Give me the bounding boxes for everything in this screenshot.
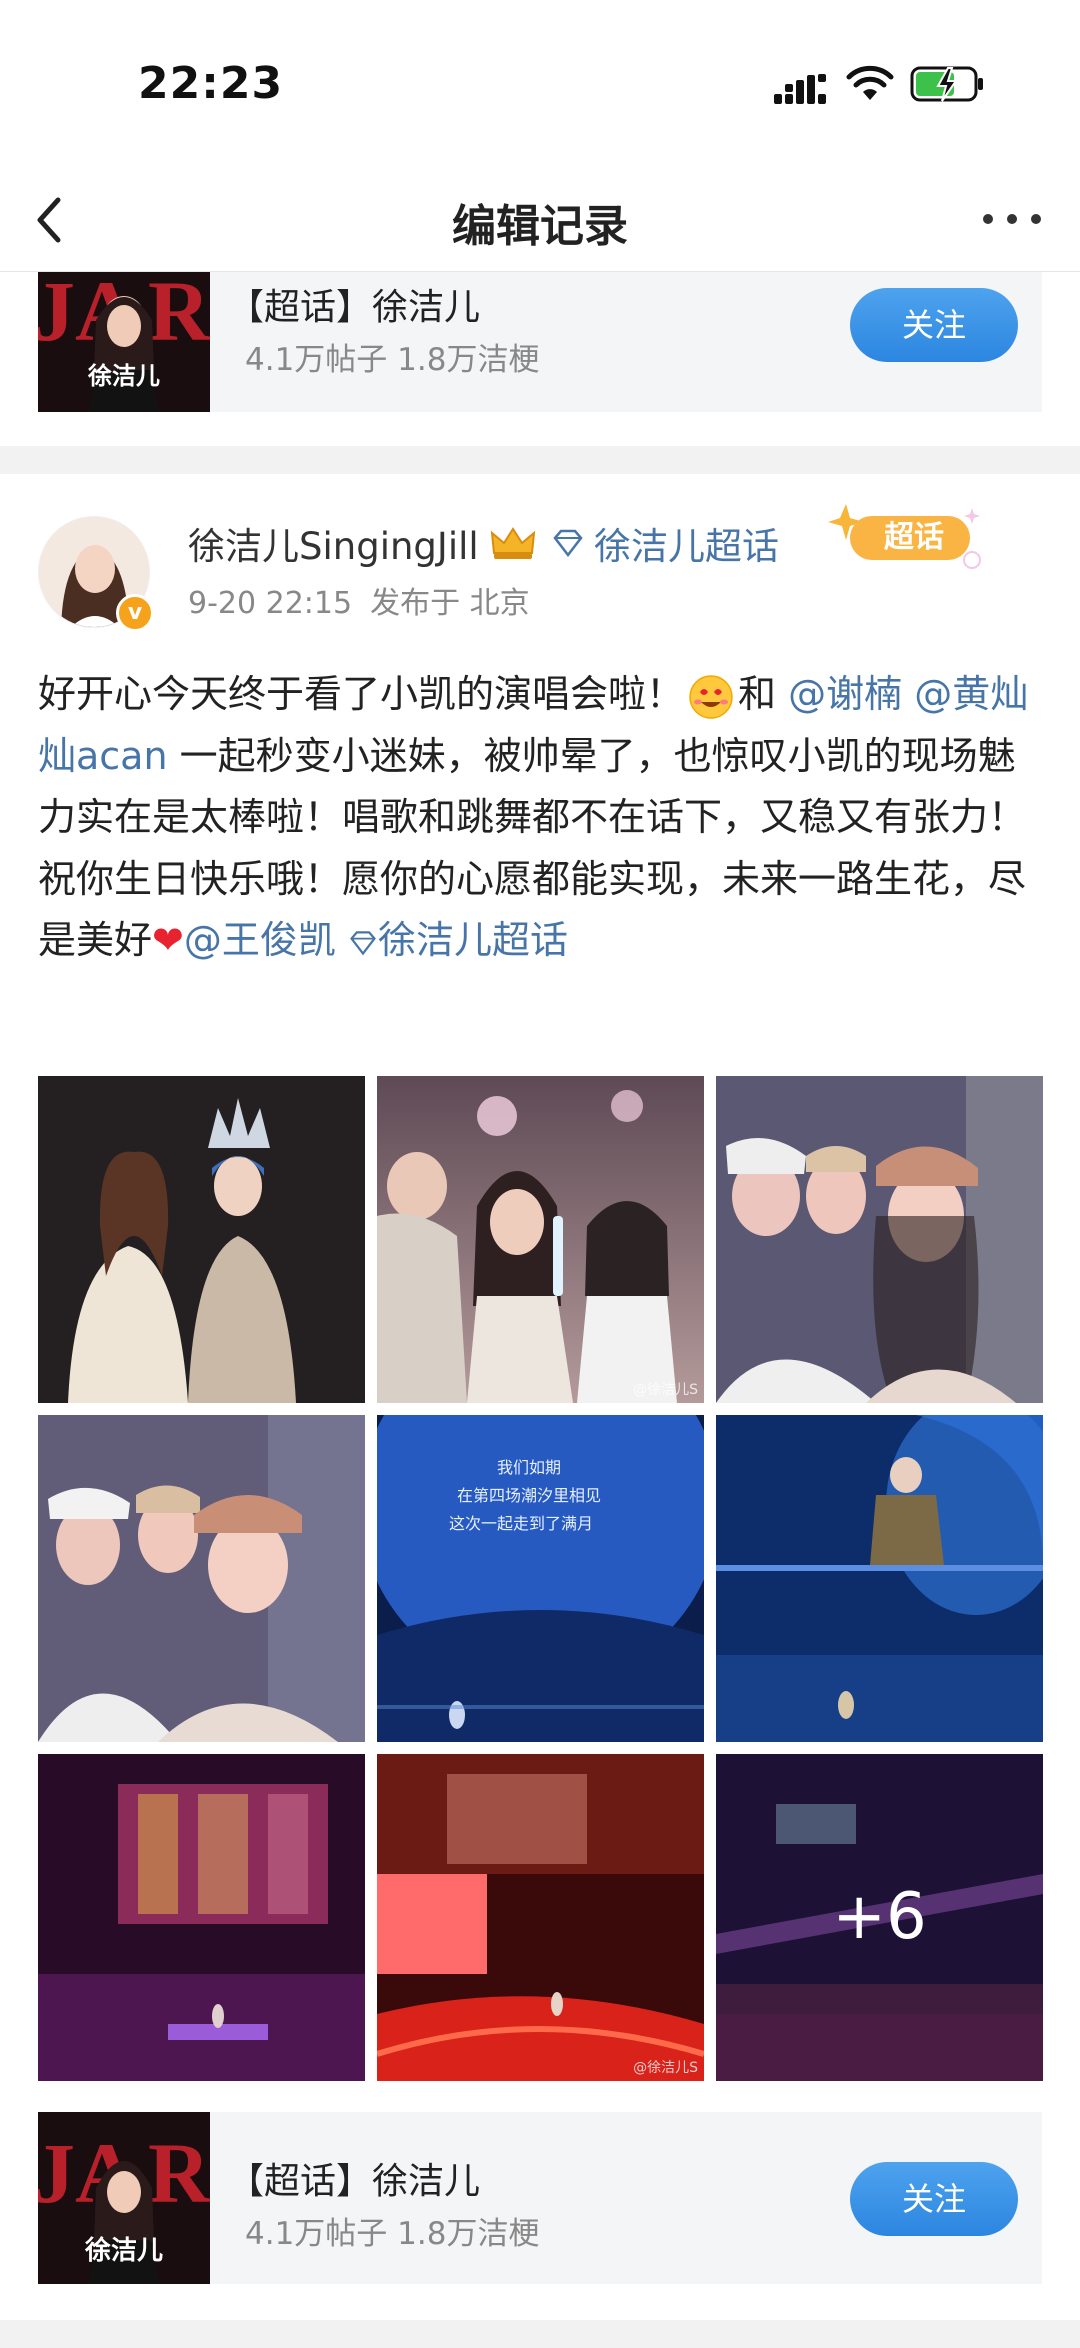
post-body: 好开心今天终于看了小凯的演唱会啦！ 和 @谢楠 @黄灿灿acan 一起秒变小迷妹… [38, 664, 1048, 972]
supertopic-thumbnail: JA R 徐洁儿 [38, 272, 210, 412]
photo-9[interactable]: +6 [716, 1754, 1043, 2081]
thumbnail-caption: 徐洁儿 [88, 362, 160, 390]
supertopic-stats: 4.1万帖子 1.8万洁梗 [245, 342, 540, 378]
page-title: 编辑记录 [452, 201, 628, 252]
supertopic-badge[interactable]: 超话 [822, 500, 990, 576]
photo-4[interactable] [38, 1415, 365, 1742]
wifi-icon [846, 65, 894, 100]
author-name[interactable]: 徐洁儿SingingJill [188, 516, 479, 570]
crown-member-icon [490, 527, 536, 559]
photo-2[interactable]: @徐洁儿S [377, 1076, 704, 1403]
heart-eyes-emoji-icon [689, 674, 733, 719]
supertopic-thumbnail: JA R 徐洁儿 [38, 2112, 210, 2284]
post-location: 发布于 北京 [370, 586, 530, 621]
signal-icon [774, 74, 826, 104]
supertopic-name: 【超话】徐洁儿 [228, 2161, 481, 2202]
svg-text:这次一起走到了满月: 这次一起走到了满月 [449, 1514, 593, 1533]
photo-watermark: @徐洁儿S [633, 2060, 698, 2076]
supertopic-card-top[interactable]: JA R 徐洁儿 【超话】徐洁儿 4.1万帖子 1.8万洁梗 关注 [38, 272, 1042, 412]
battery-charging-icon [910, 66, 983, 102]
photo-3[interactable] [716, 1076, 1043, 1403]
follow-button[interactable]: 关注 [850, 2162, 1018, 2236]
mention-wangjunkai[interactable]: @王俊凯 [184, 918, 336, 962]
svg-text:在第四场潮汐里相见: 在第四场潮汐里相见 [457, 1486, 601, 1505]
svg-text:我们如期: 我们如期 [497, 1458, 561, 1477]
photo-watermark: @徐洁儿S [633, 1382, 698, 1398]
verified-badge: v [116, 594, 154, 632]
mention-xienan[interactable]: @谢楠 [788, 672, 902, 716]
author-row: 徐洁儿SingingJill 徐洁儿超话 [188, 516, 779, 572]
supertopic-stats: 4.1万帖子 1.8万洁梗 [245, 2216, 540, 2252]
post-time: 9-20 22:15 [188, 586, 353, 621]
more-options-icon[interactable] [980, 204, 1044, 234]
photo-grid: @徐洁儿S 我们如期 在第四场潮汐里相见 这次一起走到了满月 @徐洁儿S +6 [38, 1076, 1044, 2082]
photo-1[interactable] [38, 1076, 365, 1403]
section-divider [0, 446, 1080, 474]
svg-text:R: R [148, 272, 210, 359]
supertopic-name: 【超话】徐洁儿 [228, 287, 481, 328]
section-divider [0, 2320, 1080, 2348]
nav-bar: 编辑记录 [0, 170, 1080, 272]
thumbnail-caption: 徐洁儿 [84, 2236, 163, 2266]
status-bar: 22:23 [0, 0, 1080, 170]
photo-7[interactable] [38, 1754, 365, 2081]
supertopic-inline-link[interactable]: 徐洁儿超话 [378, 918, 568, 962]
supertopic-diamond-icon [553, 529, 583, 558]
follow-button[interactable]: 关注 [850, 288, 1018, 362]
more-photos-count[interactable]: +6 [716, 1754, 1043, 2081]
supertopic-link[interactable]: 徐洁儿超话 [594, 516, 779, 570]
heart-emoji: ❤ [152, 918, 184, 962]
photo-6[interactable] [716, 1415, 1043, 1742]
status-time: 22:23 [138, 58, 284, 109]
supertopic-diamond-icon [350, 930, 376, 955]
photo-5[interactable]: 我们如期 在第四场潮汐里相见 这次一起走到了满月 [377, 1415, 704, 1742]
photo-8[interactable]: @徐洁儿S [377, 1754, 704, 2081]
supertopic-card-bottom[interactable]: JA R 徐洁儿 【超话】徐洁儿 4.1万帖子 1.8万洁梗 关注 [38, 2112, 1042, 2284]
post-text-part2: 和 [738, 672, 777, 716]
svg-text:R: R [148, 2125, 210, 2221]
post-meta: 9-20 22:15 发布于 北京 [188, 578, 548, 622]
supertopic-badge-label: 超话 [884, 520, 944, 555]
post-text-part1: 好开心今天终于看了小凯的演唱会啦！ [38, 672, 685, 716]
